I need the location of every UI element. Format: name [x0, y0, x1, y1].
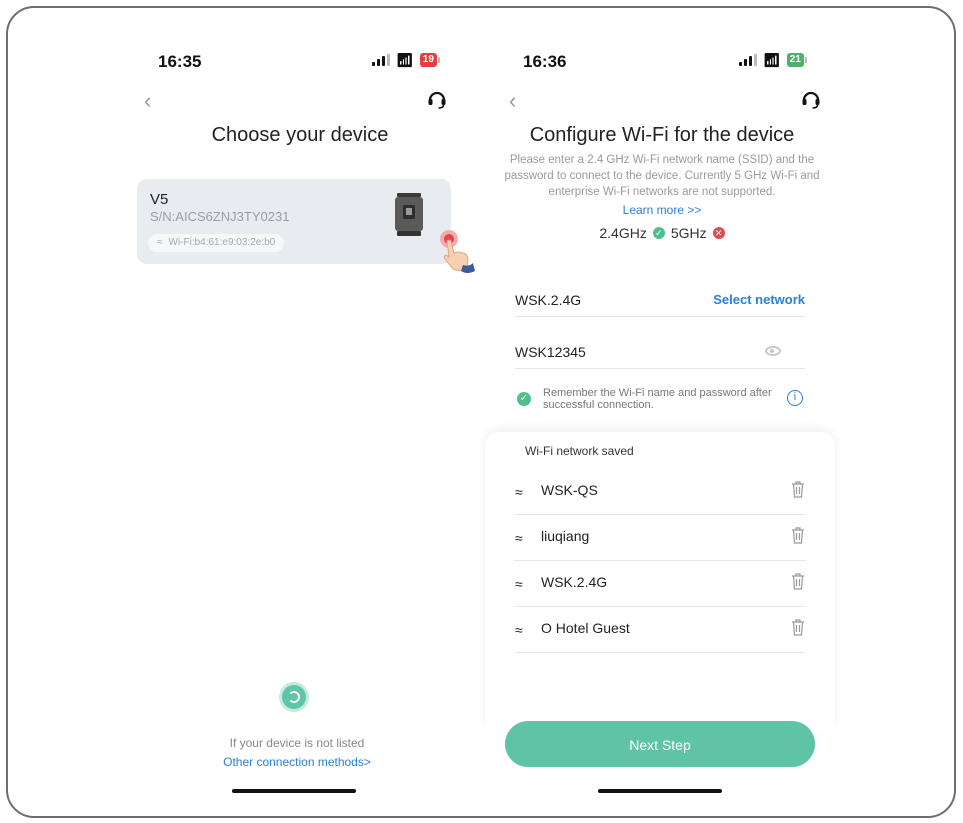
wifi-icon: ≈ — [515, 622, 523, 638]
saved-network-row[interactable]: ≈ O Hotel Guest — [515, 606, 805, 653]
home-indicator — [598, 789, 722, 793]
network-name: O Hotel Guest — [541, 620, 630, 636]
device-name: V5 — [150, 191, 169, 208]
info-icon[interactable]: i — [787, 390, 803, 406]
status-time: 16:36 — [523, 52, 567, 71]
headset-support-icon[interactable] — [426, 88, 448, 115]
remember-wifi-option[interactable]: ✓ Remember the Wi-Fi name and password a… — [515, 387, 805, 419]
select-network-link[interactable]: Select network — [713, 292, 805, 307]
battery-indicator: 21 — [786, 53, 808, 67]
page-title: Choose your device — [211, 124, 389, 146]
device-wifi-chip: ≈ Wi-Fi:b4:61:e9:03:2e:b0 — [148, 234, 285, 252]
remember-text: Remember the Wi-Fi name and password aft… — [543, 387, 772, 411]
saved-network-row[interactable]: ≈ WSK.2.4G — [515, 560, 805, 607]
band-support-row: 2.4GHz ✓ 5GHz ✕ — [495, 225, 829, 241]
delete-trash-icon[interactable] — [791, 480, 805, 498]
back-button[interactable]: ‹ — [144, 88, 151, 114]
headset-support-icon[interactable] — [800, 88, 822, 115]
network-name: WSK-QS — [541, 482, 598, 498]
status-time: 16:35 — [158, 52, 202, 71]
signal-icon — [372, 54, 390, 66]
battery-indicator: 19 — [419, 53, 441, 67]
delete-trash-icon[interactable] — [791, 618, 805, 636]
wifi-icon: ≈ — [515, 484, 523, 500]
status-icons: 📶︎ 21 — [739, 52, 808, 68]
network-name: liuqiang — [541, 528, 590, 544]
band-5ghz-label: 5GHz — [670, 225, 707, 241]
show-password-eye-icon[interactable] — [765, 346, 781, 356]
check-icon: ✓ — [652, 227, 665, 239]
wifi-icon: ≈ — [515, 530, 523, 546]
learn-more-link[interactable]: Learn more >> — [495, 203, 829, 217]
wifi-icon: ≈ — [157, 237, 163, 248]
next-step-button[interactable]: Next Step — [505, 721, 815, 767]
error-icon: ✕ — [712, 227, 725, 239]
loading-spinner — [282, 685, 306, 709]
saved-networks-title: Wi-Fi network saved — [525, 444, 634, 458]
wifi-status-icon: 📶︎ — [396, 52, 414, 68]
band-24ghz-label: 2.4GHz — [599, 225, 647, 241]
other-connection-methods-link[interactable]: Other connection methods> — [130, 755, 464, 769]
password-value[interactable]: WSK12345 — [515, 344, 586, 360]
password-field[interactable]: WSK12345 — [515, 338, 805, 369]
tap-hand-icon — [440, 230, 475, 273]
device-card[interactable]: V5 S/N:AICS6ZNJ3TY0231 ≈ Wi-Fi:b4:61:e9:… — [137, 179, 475, 273]
back-button[interactable]: ‹ — [509, 88, 516, 114]
wifi-status-icon: 📶︎ — [763, 52, 781, 68]
page-title: Configure Wi-Fi for the device — [529, 124, 795, 146]
saved-network-row[interactable]: ≈ liuqiang — [515, 514, 805, 561]
network-name: WSK.2.4G — [541, 574, 608, 590]
delete-trash-icon[interactable] — [791, 526, 805, 544]
phone-configure-wifi: 16:36 📶︎ 21 ‹ Configure Wi-Fi for the de… — [485, 40, 855, 810]
signal-icon — [739, 54, 757, 66]
device-image — [395, 193, 423, 236]
device-wifi-mac: Wi-Fi:b4:61:e9:03:2e:b0 — [168, 237, 276, 248]
wifi-description: Please enter a 2.4 GHz Wi-Fi network nam… — [504, 154, 820, 198]
delete-trash-icon[interactable] — [791, 572, 805, 590]
ssid-value[interactable]: WSK.2.4G — [515, 292, 581, 308]
ssid-field[interactable]: WSK.2.4G Select network — [515, 286, 805, 317]
not-listed-text: If your device is not listed — [229, 736, 365, 750]
saved-network-row[interactable]: ≈ WSK-QS — [515, 468, 805, 515]
wifi-icon: ≈ — [515, 576, 523, 592]
device-serial: S/N:AICS6ZNJ3TY0231 — [150, 209, 290, 224]
remember-checkbox[interactable]: ✓ — [517, 392, 531, 406]
phone-choose-device: 16:35 📶︎ 19 ‹ Choose your device V5 S/N:… — [130, 40, 490, 810]
home-indicator — [232, 789, 356, 793]
status-icons: 📶︎ 19 — [372, 52, 441, 68]
